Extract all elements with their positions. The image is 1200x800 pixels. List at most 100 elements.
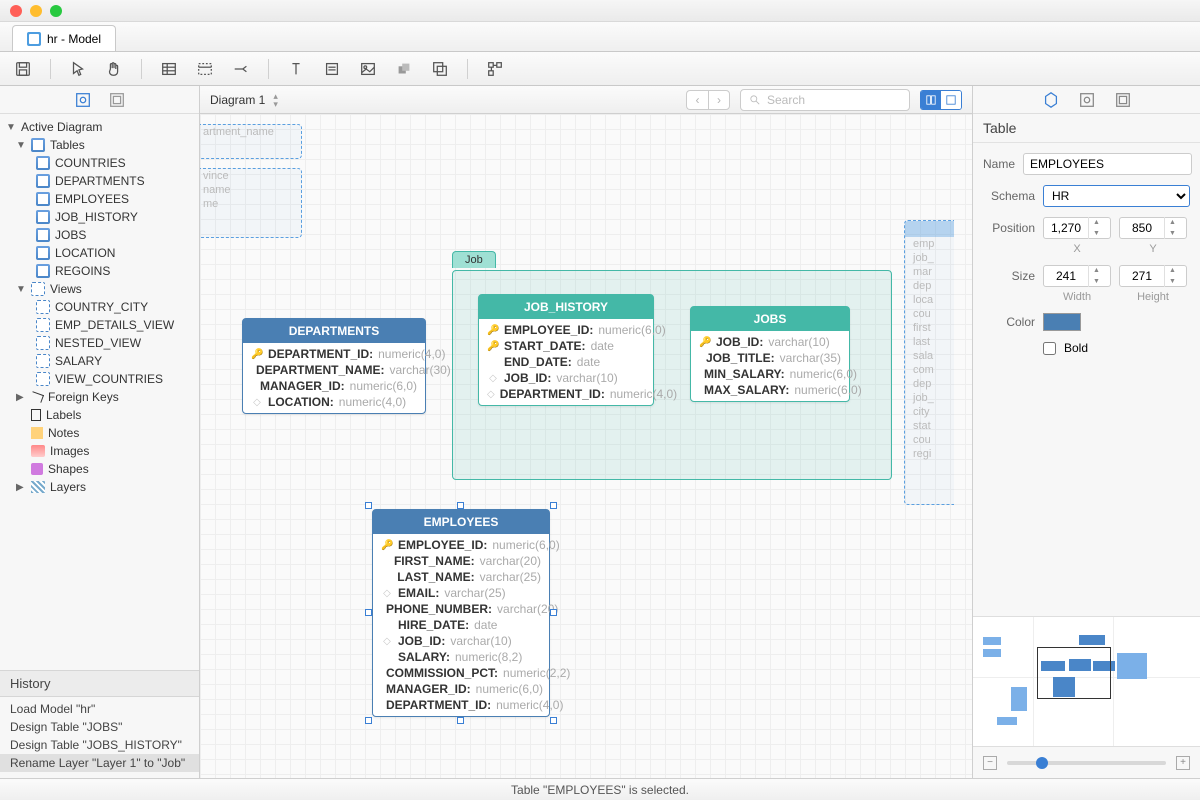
- column[interactable]: SALARY: numeric(8,2): [373, 649, 549, 665]
- hand-icon[interactable]: [105, 60, 123, 78]
- comments-tab-icon[interactable]: [1114, 91, 1132, 109]
- minimap[interactable]: [973, 616, 1200, 746]
- column[interactable]: MAX_SALARY: numeric(6,0): [691, 382, 849, 398]
- tree-view-item[interactable]: NESTED_VIEW: [0, 334, 199, 352]
- layer-tool-icon[interactable]: [431, 60, 449, 78]
- column[interactable]: DEPARTMENT_NAME: varchar(30): [243, 362, 425, 378]
- column[interactable]: 🔑EMPLOYEE_ID: numeric(6,0): [373, 537, 549, 553]
- column[interactable]: MIN_SALARY: numeric(6,0): [691, 366, 849, 382]
- column[interactable]: ◇JOB_ID: varchar(10): [479, 370, 653, 386]
- tree-shapes[interactable]: ▶Shapes: [0, 460, 199, 478]
- tree-icon[interactable]: [108, 91, 126, 109]
- ghost-entity-b[interactable]: vincenameme: [200, 168, 302, 238]
- tree-view-item[interactable]: EMP_DETAILS_VIEW: [0, 316, 199, 334]
- tree-fk[interactable]: ▶Foreign Keys: [0, 388, 199, 406]
- height-stepper[interactable]: ▲▼: [1119, 265, 1187, 287]
- tree-table-item[interactable]: JOBS: [0, 226, 199, 244]
- shape-tool-icon[interactable]: [395, 60, 413, 78]
- nav-back-button[interactable]: ‹: [686, 90, 708, 110]
- window-min-dot[interactable]: [30, 5, 42, 17]
- nav-fwd-button[interactable]: ›: [708, 90, 730, 110]
- tree-labels[interactable]: ▶Labels: [0, 406, 199, 424]
- zoom-slider[interactable]: [1007, 761, 1166, 765]
- column[interactable]: ◇EMAIL: varchar(25): [373, 585, 549, 601]
- autolayout-icon[interactable]: [486, 60, 504, 78]
- view-toggle[interactable]: [920, 90, 962, 110]
- zoom-out-button[interactable]: −: [983, 756, 997, 770]
- note-tool-icon[interactable]: [323, 60, 341, 78]
- column[interactable]: FIRST_NAME: varchar(20): [373, 553, 549, 569]
- column[interactable]: PHONE_NUMBER: varchar(20): [373, 601, 549, 617]
- tree-active-icon[interactable]: [74, 91, 92, 109]
- search-input[interactable]: Search: [740, 89, 910, 111]
- name-field[interactable]: [1023, 153, 1192, 175]
- tree-active-diagram[interactable]: ▼Active Diagram: [0, 118, 199, 136]
- table-tool-icon[interactable]: [160, 60, 178, 78]
- history-item[interactable]: Load Model "hr": [0, 700, 199, 718]
- label-tool-icon[interactable]: [287, 60, 305, 78]
- column[interactable]: MANAGER_ID: numeric(6,0): [243, 378, 425, 394]
- tree-notes[interactable]: ▶Notes: [0, 424, 199, 442]
- entity-employees[interactable]: EMPLOYEES 🔑EMPLOYEE_ID: numeric(6,0)FIRS…: [372, 509, 550, 717]
- tree-table-item[interactable]: DEPARTMENTS: [0, 172, 199, 190]
- relation-tool-icon[interactable]: [232, 60, 250, 78]
- column[interactable]: 🔑START_DATE: date: [479, 338, 653, 354]
- column[interactable]: ◇DEPARTMENT_ID: numeric(4,0): [479, 386, 653, 402]
- ghost-entity-a[interactable]: artment_name: [200, 124, 302, 159]
- tree-table-item[interactable]: COUNTRIES: [0, 154, 199, 172]
- tree-tables[interactable]: ▼Tables: [0, 136, 199, 154]
- column[interactable]: ◇JOB_ID: varchar(10): [373, 633, 549, 649]
- column[interactable]: COMMISSION_PCT: numeric(2,2): [373, 665, 549, 681]
- tree-views[interactable]: ▼Views: [0, 280, 199, 298]
- tree-images[interactable]: ▶Images: [0, 442, 199, 460]
- column[interactable]: 🔑DEPARTMENT_ID: numeric(4,0): [243, 346, 425, 362]
- column[interactable]: DEPARTMENT_ID: numeric(4,0): [373, 697, 549, 713]
- column[interactable]: JOB_TITLE: varchar(35): [691, 350, 849, 366]
- tree-layers[interactable]: ▶Layers: [0, 478, 199, 496]
- entity-departments[interactable]: DEPARTMENTS 🔑DEPARTMENT_ID: numeric(4,0)…: [242, 318, 426, 414]
- entity-job-history[interactable]: JOB_HISTORY 🔑EMPLOYEE_ID: numeric(6,0)🔑S…: [478, 294, 654, 406]
- tree-table-item[interactable]: EMPLOYEES: [0, 190, 199, 208]
- column[interactable]: HIRE_DATE: date: [373, 617, 549, 633]
- zoom-in-button[interactable]: +: [1176, 756, 1190, 770]
- view-toggle-a[interactable]: [921, 91, 941, 109]
- column[interactable]: END_DATE: date: [479, 354, 653, 370]
- layer-tab[interactable]: Job: [452, 251, 496, 268]
- pos-y-stepper[interactable]: ▲▼: [1119, 217, 1187, 239]
- width-stepper[interactable]: ▲▼: [1043, 265, 1111, 287]
- column[interactable]: 🔑EMPLOYEE_ID: numeric(6,0): [479, 322, 653, 338]
- document-tab[interactable]: hr - Model: [12, 25, 116, 51]
- tree-view-item[interactable]: COUNTRY_CITY: [0, 298, 199, 316]
- tree-table-item[interactable]: JOB_HISTORY: [0, 208, 199, 226]
- diagram-selector[interactable]: Diagram 1▴▾: [210, 92, 278, 108]
- tree-table-item[interactable]: REGOINS: [0, 262, 199, 280]
- bold-checkbox[interactable]: [1043, 342, 1056, 355]
- tree-view-item[interactable]: VIEW_COUNTRIES: [0, 370, 199, 388]
- window-max-dot[interactable]: [50, 5, 62, 17]
- column[interactable]: ◇LOCATION: numeric(4,0): [243, 394, 425, 410]
- history-item[interactable]: Design Table "JOBS": [0, 718, 199, 736]
- entity-jobs[interactable]: JOBS 🔑JOB_ID: varchar(10)JOB_TITLE: varc…: [690, 306, 850, 402]
- props-tab-icon[interactable]: [1042, 91, 1060, 109]
- tree-view-item[interactable]: SALARY: [0, 352, 199, 370]
- image-tool-icon[interactable]: [359, 60, 377, 78]
- history-item[interactable]: Rename Layer "Layer 1" to "Job": [0, 754, 199, 772]
- column[interactable]: 🔑JOB_ID: varchar(10): [691, 334, 849, 350]
- tree-table-item[interactable]: LOCATION: [0, 244, 199, 262]
- canvas[interactable]: artment_name vincenameme empjob_mardeplo…: [200, 114, 972, 778]
- pos-x-stepper[interactable]: ▲▼: [1043, 217, 1111, 239]
- model-tree[interactable]: ▼Active Diagram ▼Tables COUNTRIESDEPARTM…: [0, 114, 199, 670]
- save-icon[interactable]: [14, 60, 32, 78]
- window-close-dot[interactable]: [10, 5, 22, 17]
- history-list[interactable]: Load Model "hr"Design Table "JOBS"Design…: [0, 697, 199, 778]
- ghost-entity-c[interactable]: empjob_mardeplocacoufirstlastsalacomdepj…: [904, 220, 954, 505]
- history-item[interactable]: Design Table "JOBS_HISTORY": [0, 736, 199, 754]
- column[interactable]: MANAGER_ID: numeric(6,0): [373, 681, 549, 697]
- column[interactable]: LAST_NAME: varchar(25): [373, 569, 549, 585]
- color-swatch[interactable]: [1043, 313, 1081, 331]
- stats-tab-icon[interactable]: [1078, 91, 1096, 109]
- pointer-icon[interactable]: [69, 60, 87, 78]
- view-toggle-b[interactable]: [941, 91, 961, 109]
- schema-select[interactable]: HR: [1043, 185, 1190, 207]
- view-tool-icon[interactable]: [196, 60, 214, 78]
